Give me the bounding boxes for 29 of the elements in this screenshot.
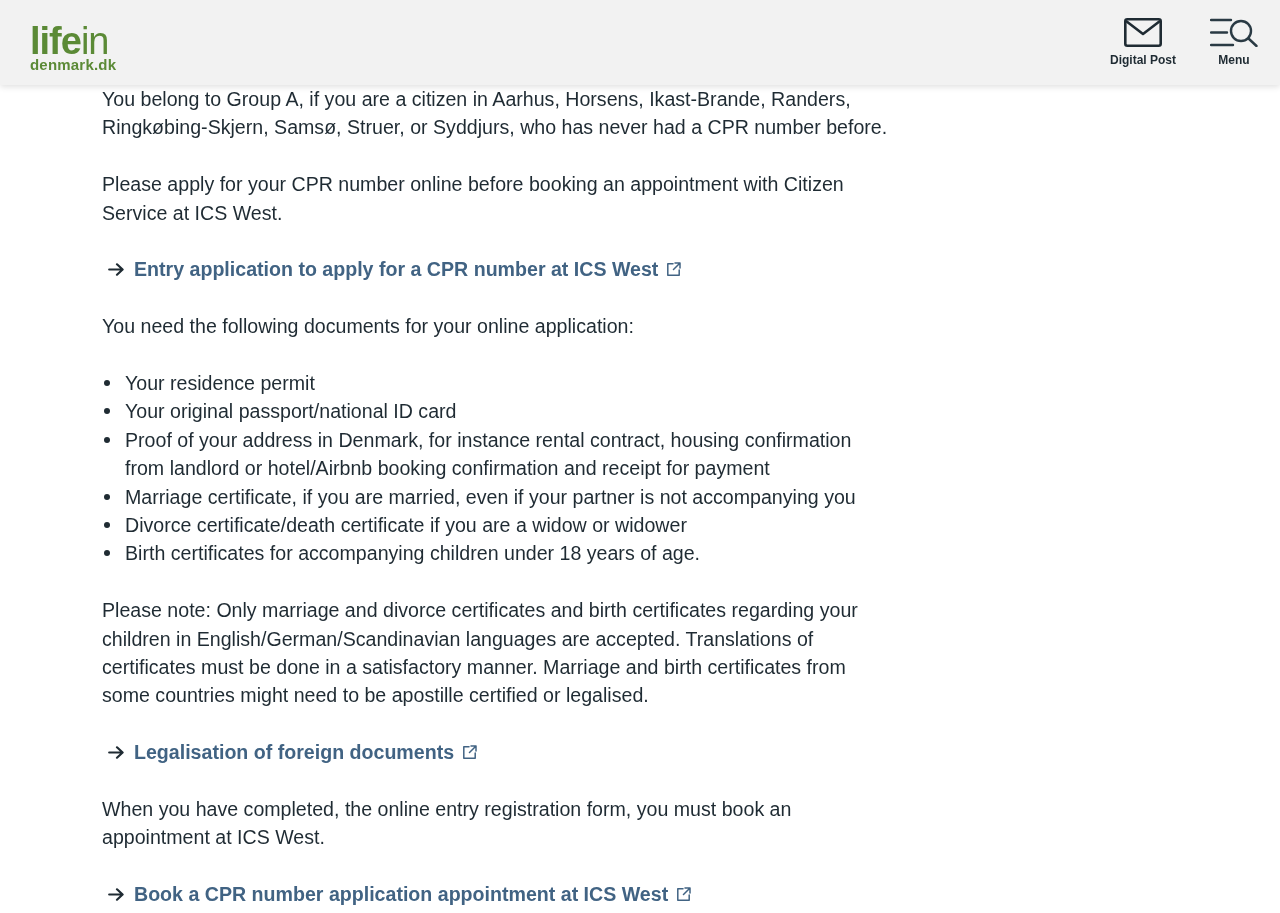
list-item-text: Divorce certificate/death certificate if you are a widow or widower <box>125 513 687 539</box>
list-item-text: Birth certificates for accompanying children under 18 years of age. <box>125 541 701 567</box>
paragraph: When you have completed, the online entry registration form, you must book an appointment at ICS West. <box>102 797 793 851</box>
envelope-icon <box>1124 18 1162 47</box>
list-item-text: Proof of your address in Denmark, for instance rental contract, housing confirmation from landlord or hotel/Airbnb booking confirmation and receipt for payment <box>125 427 853 482</box>
arrow-right-icon <box>108 887 124 901</box>
bullet-icon <box>104 380 110 386</box>
logo-domain[interactable]: denmark.dk <box>30 56 117 73</box>
arrow-right-icon <box>108 745 124 759</box>
list-item-text: Marriage certificate, if you are married, even if your partner is not accompanying you <box>125 484 856 510</box>
menu-search-icon <box>1210 18 1258 47</box>
bullet-icon <box>104 493 110 500</box>
paragraph: You need the following documents for your online application: <box>102 314 635 340</box>
external-link[interactable]: Legalisation of foreign documents <box>134 738 455 767</box>
arrow-right-icon <box>108 263 124 277</box>
digital-post-button[interactable]: Digital Post <box>1110 18 1176 67</box>
paragraph: You belong to Group A, if you are a citizen in Aarhus, Horsens, Ikast-Brande, Randers, Ringkøbing-Skjern, Samsø, Struer, or Syddjurs, who has never had a CPR number before. <box>102 87 889 141</box>
paragraph: Please note: Only marriage and divorce certificates and birth certificates regarding your children in English/German/Scandinavian languages are accepted. Translations of certificates must be done in a satisfactory manner. Marriage and birth certificates from some countries might need to be apostille certified or legalised. <box>102 598 859 709</box>
bullet-icon <box>104 436 110 443</box>
external-link[interactable]: Book a CPR number application appointment at ICS West <box>134 880 669 909</box>
menu-button[interactable]: Menu <box>1210 18 1258 67</box>
logo-wordmark[interactable]: lifein <box>30 24 117 57</box>
list-item-text: Your residence permit <box>125 371 315 396</box>
list-item-text: Your original passport/national ID card <box>125 399 457 425</box>
bullet-icon <box>104 522 110 529</box>
external-link[interactable]: Entry application to apply for a CPR number at ICS West <box>134 255 659 284</box>
paragraph: Please apply for your CPR number online before booking an appointment with Citizen Service at ICS West. <box>102 172 845 226</box>
bullet-icon <box>104 408 110 415</box>
bullet-icon <box>104 550 110 557</box>
